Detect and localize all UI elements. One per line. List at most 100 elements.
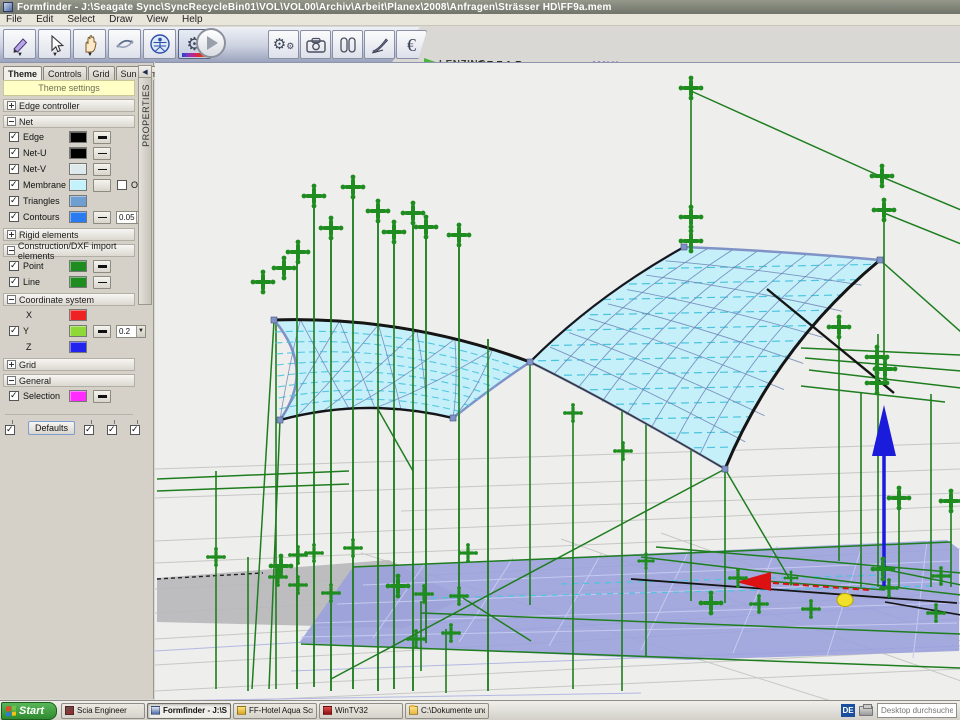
play-button[interactable] [196,28,226,58]
task-ff-hotel[interactable]: FF-Hotel Aqua Screensh... [233,703,317,719]
sign-button[interactable] [364,30,395,59]
menu-edit[interactable]: Edit [36,14,53,25]
point-color-swatch[interactable] [69,260,87,272]
desktop-search-input[interactable] [877,703,957,718]
defaults-checkbox-1[interactable] [5,425,15,435]
membrane-checkbox[interactable] [9,180,19,190]
start-button[interactable]: Start [1,702,57,720]
group-general[interactable]: General [3,374,135,387]
expand-icon[interactable] [7,230,16,239]
task-wintv32[interactable]: WinTV32 [319,703,403,719]
coord-row-z: Z [1,339,137,355]
menu-view[interactable]: View [147,14,169,25]
tab-controls[interactable]: Controls [43,66,87,80]
net-v-color-swatch[interactable] [69,163,87,175]
selection-checkbox[interactable] [9,391,19,401]
membrane-style-button[interactable] [93,179,111,192]
defaults-checkbox-2[interactable] [84,425,94,435]
dropdown-arrow-icon[interactable]: ▼ [17,53,23,58]
viewport [155,62,960,699]
y-axis-linestyle-button[interactable] [93,325,111,338]
net-v-checkbox[interactable] [9,164,19,174]
orbit-tool-button[interactable] [108,29,141,59]
chevron-down-icon[interactable]: ▼ [136,326,145,337]
snapshot-button[interactable] [300,30,331,59]
dropdown-arrow-icon[interactable]: ▼ [52,53,58,58]
defaults-checkbox-4[interactable] [130,425,140,435]
task-scia-engineer[interactable]: Scia Engineer [61,703,145,719]
view-human-button[interactable] [143,29,176,59]
membrane-color-swatch[interactable] [69,179,87,191]
pan-tool-button[interactable]: ▼ [73,29,106,59]
collapse-panel-arrow-icon[interactable]: ◀ [139,66,151,78]
contours-color-swatch[interactable] [69,211,87,223]
viewport-3d-scene[interactable] [155,63,960,700]
selection-linestyle-button[interactable] [93,390,111,403]
properties-strip: ◀ PROPERTIES [138,65,152,305]
net-u-checkbox[interactable] [9,148,19,158]
menu-draw[interactable]: Draw [109,14,132,25]
defaults-checkbox-3[interactable] [107,425,117,435]
collapse-icon[interactable] [7,295,16,304]
cost-button[interactable]: € [396,30,427,59]
task-formfinder[interactable]: Formfinder - J:\Seaga... [147,703,231,719]
expand-icon[interactable] [7,360,16,369]
net-v-linestyle-button[interactable] [93,163,111,176]
z-axis-color-swatch[interactable] [69,341,87,353]
edge-linestyle-button[interactable] [93,131,111,144]
y-axis-color-swatch[interactable] [69,325,87,337]
line-linestyle-button[interactable] [93,276,111,289]
point-checkbox[interactable] [9,261,19,271]
gears-icon: ⚙⚙ [273,37,295,52]
y-axis-checkbox[interactable] [9,326,19,336]
app-icon [3,2,13,12]
net-u-linestyle-button[interactable] [93,147,111,160]
menu-help[interactable]: Help [182,14,203,25]
line-color-swatch[interactable] [69,276,87,288]
x-axis-color-swatch[interactable] [69,309,87,321]
euro-icon: € [407,36,416,54]
select-tool-button[interactable]: ▼ [38,29,71,59]
group-dxf-import[interactable]: Construction/DXF import elements [3,244,135,257]
collapse-icon[interactable] [7,376,16,385]
collapse-icon[interactable] [7,117,16,126]
tab-grid[interactable]: Grid [88,66,115,80]
dxf-row-line: Line [1,274,137,290]
contours-linestyle-button[interactable] [93,211,111,224]
edge-checkbox[interactable] [9,132,19,142]
toolbar: ▼ ▼ ▼ ⚙ ⚙⚙ [0,27,960,62]
selection-color-swatch[interactable] [69,390,87,402]
group-rigid-elements[interactable]: Rigid elements [3,228,135,241]
edge-color-swatch[interactable] [69,131,87,143]
triangles-checkbox[interactable] [9,196,19,206]
net-row-edge: Edge [1,129,137,145]
y-axis-scale-combo[interactable]: 0.2 ▼ [116,325,146,338]
group-edge-controller[interactable]: Edge controller [3,99,135,112]
materials-button[interactable] [332,30,363,59]
membrane-on-checkbox[interactable] [117,180,127,190]
defaults-button[interactable]: Defaults [28,421,75,435]
orbit-icon [114,33,136,55]
group-grid[interactable]: Grid [3,358,135,371]
line-checkbox[interactable] [9,277,19,287]
net-u-color-swatch[interactable] [69,147,87,159]
contours-checkbox[interactable] [9,212,19,222]
menu-file[interactable]: File [6,14,22,25]
title-bar: Formfinder - J:\Seagate Sync\SyncRecycle… [0,0,960,14]
collapse-icon[interactable] [7,246,15,255]
task-dokumente[interactable]: C:\Dokumente und Einst... [405,703,489,719]
point-linestyle-button[interactable] [93,260,111,273]
printer-icon[interactable] [859,706,873,716]
scia-engineer-icon [65,706,74,715]
draw-tool-button[interactable]: ▼ [3,29,36,59]
mechanism-button[interactable]: ⚙⚙ [268,30,299,59]
group-coordinate-system[interactable]: Coordinate system [3,293,135,306]
tab-theme[interactable]: Theme [3,66,42,80]
expand-icon[interactable] [7,101,16,110]
dropdown-arrow-icon[interactable]: ▼ [87,53,93,58]
language-indicator[interactable]: DE [841,704,855,717]
formfinder-icon [151,706,160,715]
group-net[interactable]: Net [3,115,135,128]
triangles-color-swatch[interactable] [69,195,87,207]
menu-select[interactable]: Select [67,14,95,25]
